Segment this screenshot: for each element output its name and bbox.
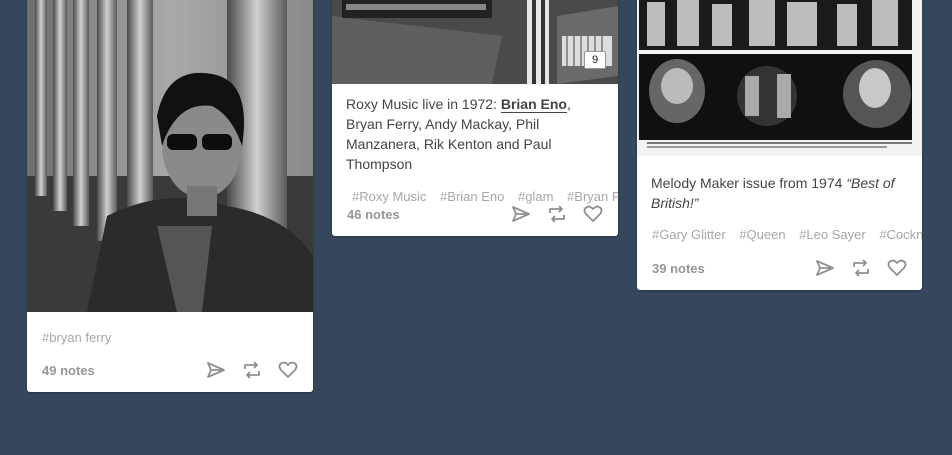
tag-link[interactable]: #Brian Eno xyxy=(440,189,504,204)
post-footer: 49 notes xyxy=(42,360,298,384)
notes-count[interactable]: 49 notes xyxy=(42,363,95,378)
caption-text: Melody Maker issue from 1974 xyxy=(651,175,847,191)
tag-link[interactable]: #bryan ferry xyxy=(42,330,111,345)
tag-link[interactable]: #Leo Sayer xyxy=(799,227,866,242)
like-icon[interactable] xyxy=(278,360,298,380)
photo-count-badge: 9 xyxy=(584,51,606,69)
post-photo[interactable] xyxy=(27,0,313,312)
tag-link[interactable]: #Cockney Rebel xyxy=(879,227,922,242)
post-caption: Roxy Music live in 1972: Brian Eno, Brya… xyxy=(332,94,618,174)
post-footer: 46 notes xyxy=(347,204,603,228)
notes-count[interactable]: 39 notes xyxy=(652,261,705,276)
post-tags: #Gary Glitter #Queen #Leo Sayer #Cockney… xyxy=(637,227,922,242)
reblog-icon[interactable] xyxy=(547,204,567,224)
share-icon[interactable] xyxy=(511,204,531,224)
reblog-icon[interactable] xyxy=(851,258,871,278)
post-tags: #bryan ferry xyxy=(27,330,313,345)
tag-link[interactable]: #Bryan Ferry xyxy=(567,189,618,204)
post-photo[interactable] xyxy=(637,0,922,156)
caption-link[interactable]: Brian Eno xyxy=(500,96,567,113)
tag-link[interactable]: #Gary Glitter xyxy=(652,227,726,242)
reblog-icon[interactable] xyxy=(242,360,262,380)
like-icon[interactable] xyxy=(887,258,907,278)
tag-link[interactable]: #Queen xyxy=(739,227,785,242)
tag-link[interactable]: #glam xyxy=(518,189,553,204)
caption-text: Roxy Music live in 1972: xyxy=(346,96,501,112)
share-icon[interactable] xyxy=(206,360,226,380)
post-photo[interactable]: 9 xyxy=(332,0,618,84)
notes-count[interactable]: 46 notes xyxy=(347,207,400,222)
post-caption: Melody Maker issue from 1974 “Best of Br… xyxy=(637,173,922,213)
post-card-bryan-ferry: #bryan ferry 49 notes xyxy=(27,0,313,392)
post-card-melody-maker: Melody Maker issue from 1974 “Best of Br… xyxy=(637,0,922,290)
post-tags: #Roxy Music #Brian Eno #glam #Bryan Ferr… xyxy=(332,189,618,204)
post-card-roxy-music: 9 Roxy Music live in 1972: Brian Eno, Br… xyxy=(332,0,618,236)
post-footer: 39 notes xyxy=(652,258,907,282)
like-icon[interactable] xyxy=(583,204,603,224)
tag-link[interactable]: #Roxy Music xyxy=(352,189,426,204)
share-icon[interactable] xyxy=(815,258,835,278)
